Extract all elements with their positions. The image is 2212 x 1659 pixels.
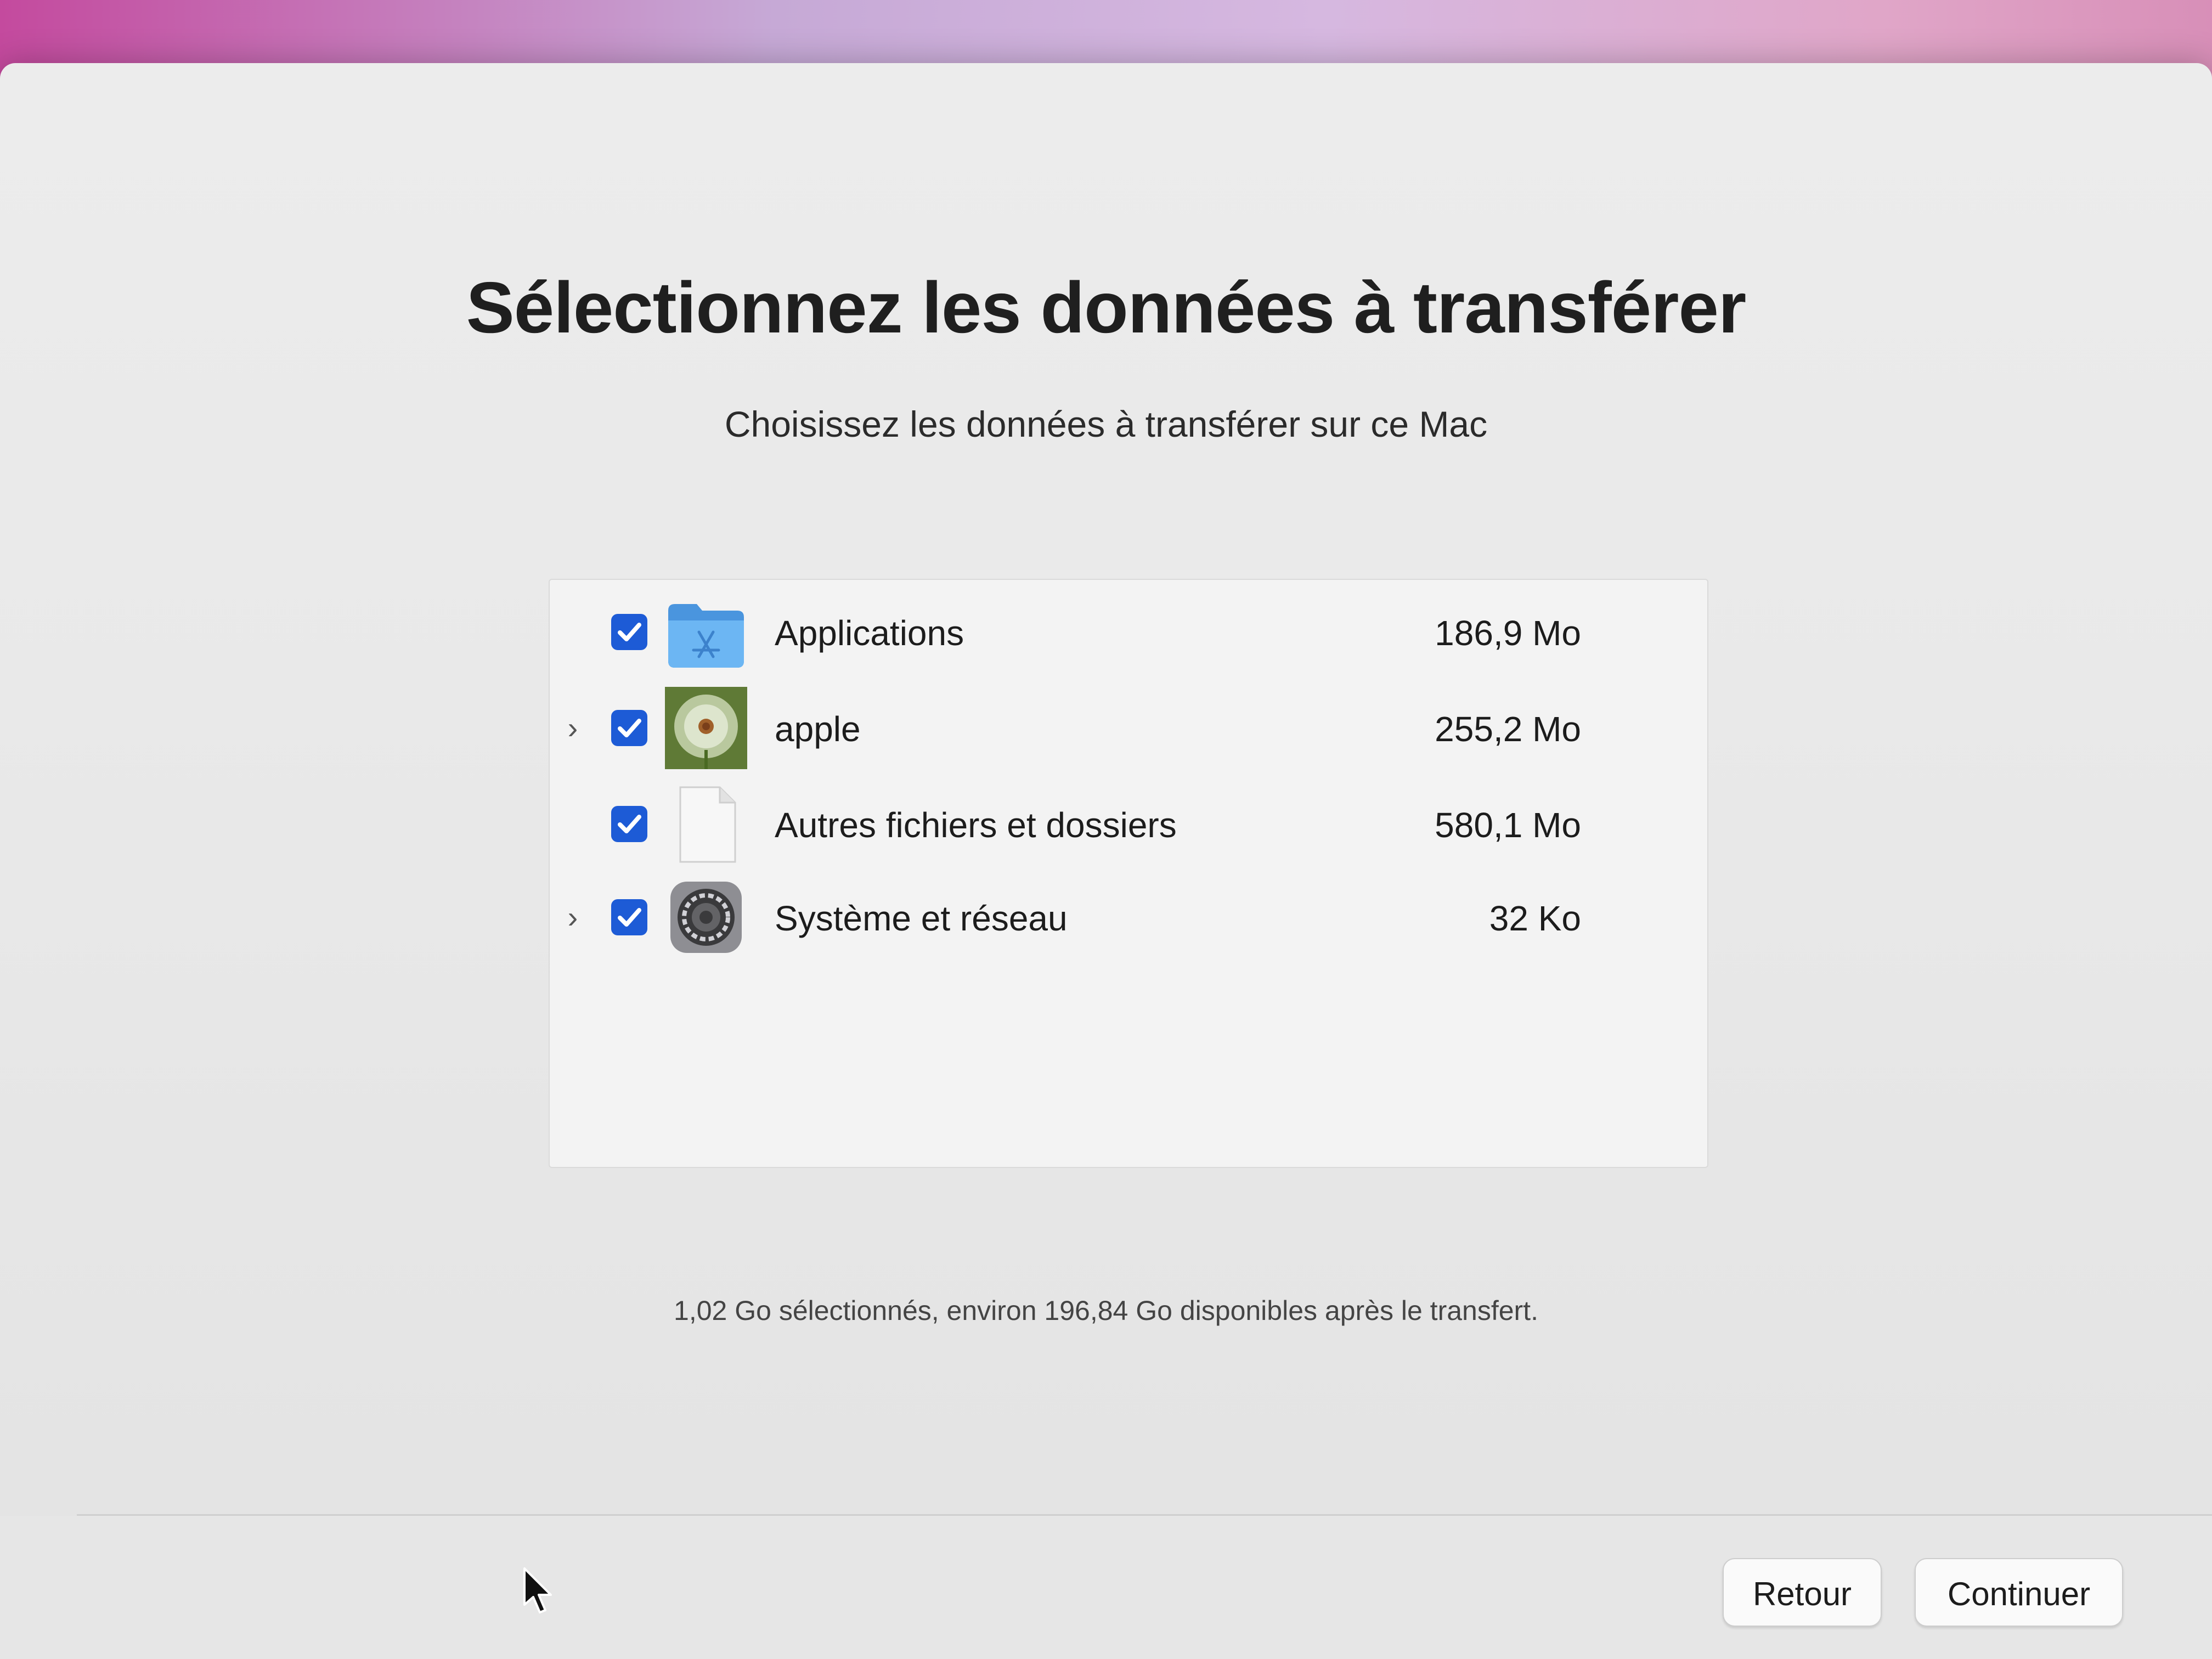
chevron-right-icon[interactable]: › — [562, 901, 584, 934]
page-title: Sélectionnez les données à transférer — [466, 267, 1747, 348]
selection-summary: 1,02 Go sélectionnés, environ 196,84 Go … — [674, 1295, 1538, 1326]
list-item-other-files[interactable]: Autres fichiers et dossiers 580,1 Mo — [550, 777, 1707, 871]
checkmark-icon — [618, 623, 641, 641]
checkbox-system-network[interactable] — [611, 899, 647, 935]
footer-divider — [77, 1514, 2212, 1516]
migration-assistant-window: Sélectionnez les données à transférer Ch… — [0, 63, 2212, 1659]
item-size: 580,1 Mo — [1435, 805, 1581, 845]
document-icon — [665, 783, 747, 865]
page-subtitle: Choisissez les données à transférer sur … — [724, 404, 1488, 444]
list-item-applications[interactable]: Applications 186,9 Mo — [550, 585, 1707, 679]
user-avatar-dandelion — [665, 687, 747, 769]
checkbox-applications[interactable] — [611, 614, 647, 650]
item-label: Applications — [775, 613, 964, 653]
checkmark-icon — [618, 719, 641, 737]
item-size: 32 Ko — [1489, 899, 1581, 938]
back-button[interactable]: Retour — [1723, 1558, 1882, 1627]
checkbox-apple[interactable] — [611, 710, 647, 746]
data-selection-list: Applications 186,9 Mo › apple 255,2 Mo A… — [549, 579, 1708, 1168]
item-label: apple — [775, 709, 861, 749]
item-size: 186,9 Mo — [1435, 613, 1581, 653]
chevron-right-icon[interactable]: › — [562, 712, 584, 744]
checkmark-icon — [618, 815, 641, 833]
item-label: Autres fichiers et dossiers — [775, 805, 1177, 845]
checkmark-icon — [618, 908, 641, 927]
continue-button[interactable]: Continuer — [1915, 1558, 2123, 1627]
list-item-system-network[interactable]: › Système et réseau 32 Ko — [550, 871, 1707, 964]
list-item-apple[interactable]: › apple 255,2 Mo — [550, 681, 1707, 775]
item-size: 255,2 Mo — [1435, 709, 1581, 749]
checkbox-other-files[interactable] — [611, 806, 647, 842]
applications-folder-icon — [665, 591, 747, 673]
item-label: Système et réseau — [775, 899, 1068, 938]
system-settings-gear-icon — [665, 876, 747, 958]
mouse-pointer-icon — [521, 1566, 554, 1616]
